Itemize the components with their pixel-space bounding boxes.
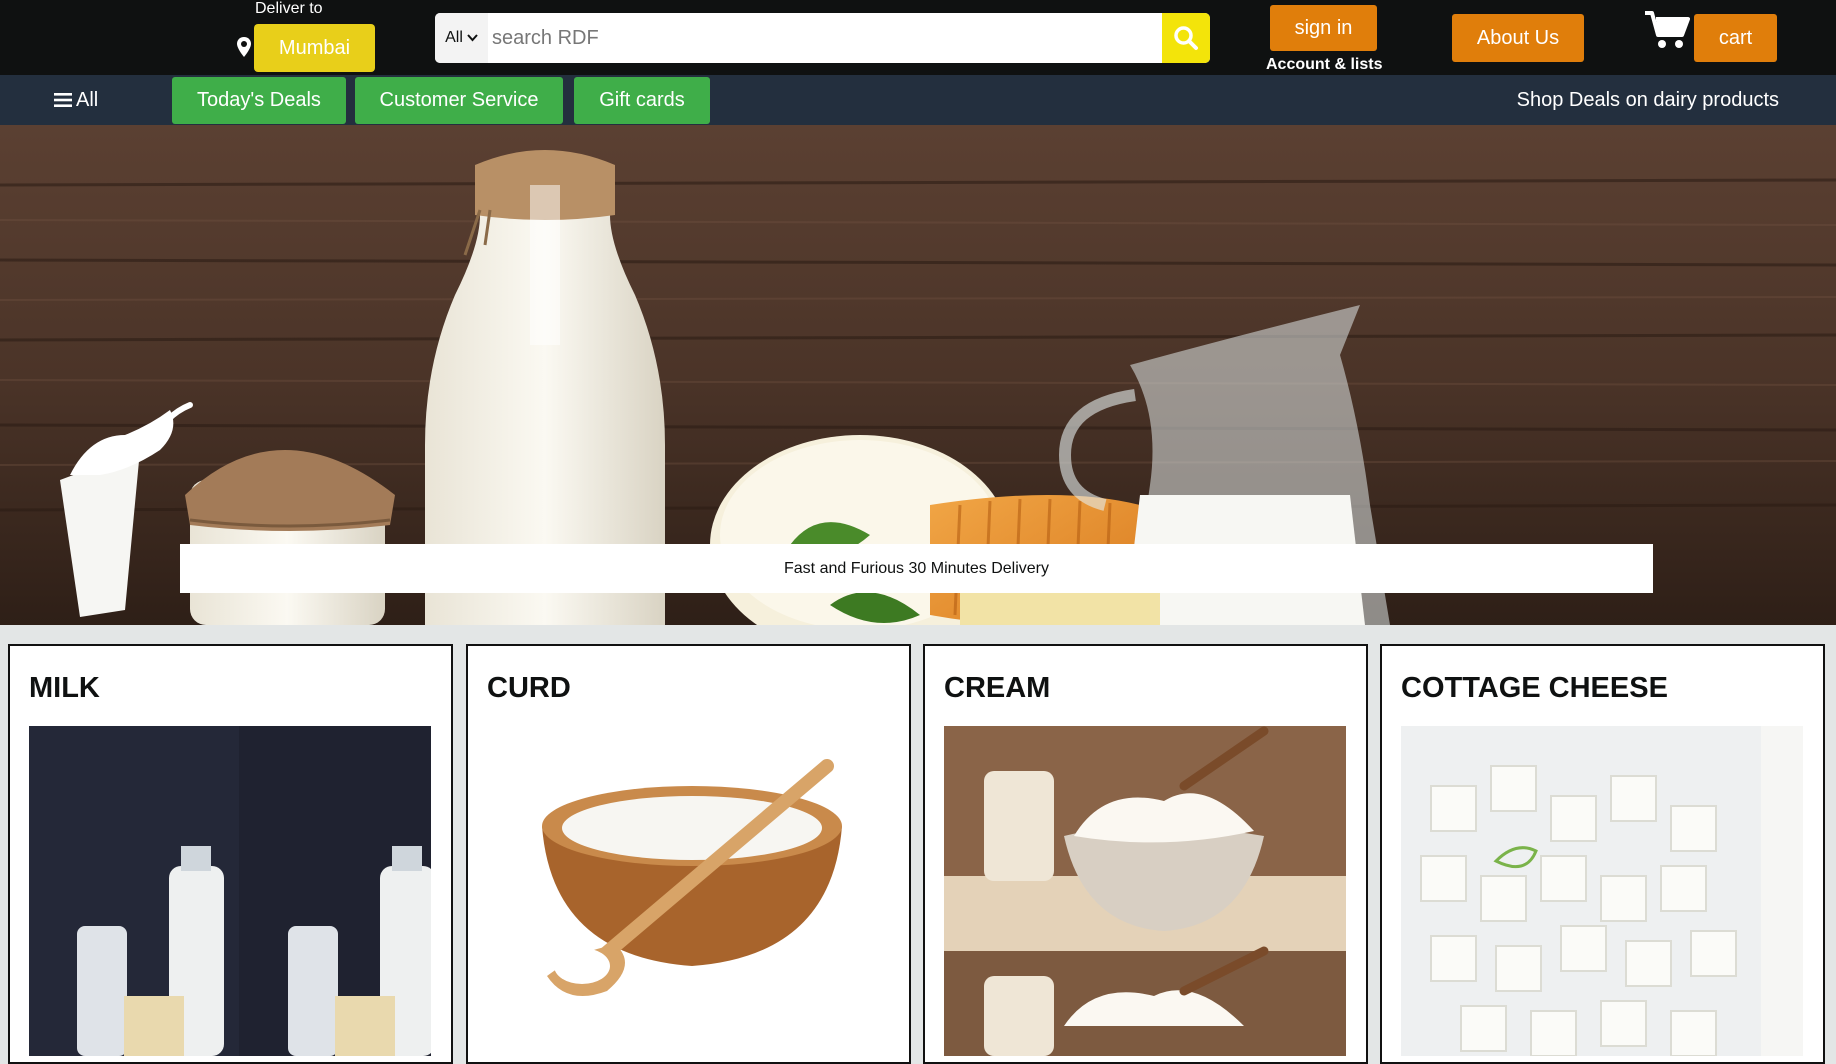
all-menu-label: All [76,88,99,111]
curd-product-image[interactable] [487,726,889,1056]
product-title: CURD [487,672,571,704]
cottage-cheese-product-image[interactable] [1401,726,1803,1056]
chevron-down-icon [467,34,478,42]
shopping-cart-icon[interactable] [1644,10,1690,50]
product-card-milk[interactable]: MILK [8,644,453,1064]
delivery-promo-banner: Fast and Furious 30 Minutes Delivery [180,544,1653,593]
customer-service-button[interactable]: Customer Service [355,77,563,124]
shop-deals-link[interactable]: Shop Deals on dairy products [1517,75,1779,125]
search-icon [1174,26,1198,50]
cart-button[interactable]: cart [1694,14,1777,62]
hamburger-menu-icon [54,93,72,107]
account-lists-link[interactable]: Account & lists [1266,56,1382,74]
product-title: COTTAGE CHEESE [1401,672,1668,704]
milk-product-image[interactable] [29,726,431,1056]
location-pin-icon [237,37,251,57]
all-menu-button[interactable]: All [54,75,98,125]
product-card-curd[interactable]: CURD [466,644,911,1064]
sign-in-button[interactable]: sign in [1270,5,1377,51]
sub-navbar: All Today's Deals Customer Service Gift … [0,75,1836,125]
cream-product-image[interactable] [944,726,1346,1056]
deliver-to-label: Deliver to [255,0,323,17]
search-category-select[interactable]: All [435,13,488,63]
product-title: CREAM [944,672,1051,704]
search-button[interactable] [1162,13,1210,63]
product-title: MILK [29,672,100,704]
todays-deals-button[interactable]: Today's Deals [172,77,346,124]
about-us-button[interactable]: About Us [1452,14,1584,62]
city-selector-button[interactable]: Mumbai [254,24,375,72]
hero-banner: Fast and Furious 30 Minutes Delivery [0,125,1836,625]
search-bar: All [435,13,1210,63]
search-category-label: All [445,29,463,46]
product-card-cottage-cheese[interactable]: COTTAGE CHEESE [1380,644,1825,1064]
product-card-cream[interactable]: CREAM [923,644,1368,1064]
gift-cards-button[interactable]: Gift cards [574,77,710,124]
top-navbar: Deliver to Mumbai All sign in Account & … [0,0,1836,75]
search-input[interactable] [488,13,1162,63]
